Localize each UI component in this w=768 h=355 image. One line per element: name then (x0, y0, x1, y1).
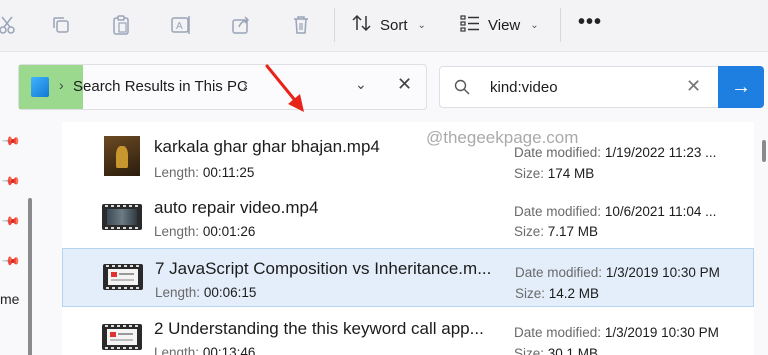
breadcrumb-search-results[interactable]: Search Results in This PC (73, 78, 248, 95)
file-row[interactable]: 2 Understanding the this keyword call ap… (62, 309, 754, 355)
toolbar-separator (560, 8, 561, 42)
sort-label: Sort (380, 16, 408, 34)
more-options-button[interactable]: ••• (578, 12, 602, 32)
this-pc-icon (31, 77, 49, 97)
file-name[interactable]: auto repair video.mp4 (154, 198, 318, 218)
watermark: @thegeekpage.com (426, 128, 579, 147)
navigation-pane: 📌 📌 📌 📌 me (0, 120, 45, 355)
search-input[interactable]: kind:video (490, 79, 558, 96)
file-size: Size: 14.2 MB (515, 286, 600, 301)
view-button[interactable]: View ⌄ (460, 10, 539, 40)
file-row-selected[interactable]: 7 JavaScript Composition vs Inheritance.… (62, 248, 754, 307)
content-scrollbar[interactable] (762, 140, 766, 162)
video-thumbnail (103, 264, 143, 290)
cut-icon[interactable] (0, 12, 20, 38)
file-size: Size: 174 MB (514, 166, 595, 181)
pin-icon[interactable]: 📌 (1, 171, 21, 191)
video-thumbnail (102, 204, 142, 230)
breadcrumb-chevron-icon[interactable]: › (243, 77, 248, 93)
pin-icon[interactable]: 📌 (1, 131, 21, 151)
command-bar: A Sort ⌄ View ⌄ ••• (0, 0, 768, 52)
close-search-icon[interactable]: ✕ (397, 74, 412, 95)
search-icon (454, 79, 470, 100)
clear-search-icon[interactable]: ✕ (686, 76, 701, 97)
address-bar[interactable]: › Search Results in This PC › ⌄ ✕ (18, 64, 427, 110)
file-row[interactable]: karkala ghar ghar bhajan.mp4 Length: 00:… (62, 126, 754, 185)
file-name[interactable]: 2 Understanding the this keyword call ap… (154, 319, 484, 339)
arrow-right-icon: → (731, 75, 751, 98)
video-thumbnail (102, 324, 142, 350)
address-history-dropdown-icon[interactable]: ⌄ (355, 76, 367, 93)
breadcrumb-chevron-icon[interactable]: › (59, 77, 64, 93)
file-length: Length: 00:13:46 (154, 345, 256, 355)
file-length: Length: 00:01:26 (154, 224, 256, 239)
file-length: Length: 00:06:15 (155, 285, 257, 300)
file-date-modified: Date modified: 1/3/2019 10:30 PM (514, 325, 719, 340)
copy-icon[interactable] (48, 12, 74, 38)
sort-button[interactable]: Sort ⌄ (352, 10, 426, 40)
search-box[interactable]: kind:video ✕ (439, 66, 719, 108)
view-list-icon (460, 14, 480, 36)
delete-icon[interactable] (288, 12, 314, 38)
nav-scrollbar[interactable] (28, 198, 32, 355)
chevron-down-icon: ⌄ (417, 19, 426, 31)
file-date-modified: Date modified: 1/3/2019 10:30 PM (515, 265, 720, 280)
sort-icon (352, 14, 372, 36)
file-size: Size: 7.17 MB (514, 224, 599, 239)
file-row[interactable]: auto repair video.mp4 Length: 00:01:26 D… (62, 186, 754, 245)
file-length: Length: 00:11:25 (154, 165, 255, 180)
file-name[interactable]: 7 JavaScript Composition vs Inheritance.… (155, 259, 491, 279)
file-size: Size: 30.1 MB (514, 346, 599, 355)
file-name[interactable]: karkala ghar ghar bhajan.mp4 (154, 137, 380, 157)
toolbar-separator (334, 8, 335, 42)
file-list: karkala ghar ghar bhajan.mp4 Length: 00:… (62, 122, 754, 355)
share-icon[interactable] (228, 12, 254, 38)
view-label: View (488, 16, 521, 34)
paste-icon[interactable] (108, 12, 134, 38)
search-go-button[interactable]: → (718, 66, 764, 108)
svg-text:A: A (176, 21, 183, 32)
nav-item-label[interactable]: me (0, 291, 19, 307)
file-date-modified: Date modified: 10/6/2021 11:04 ... (514, 204, 717, 219)
annotation-arrow-icon (265, 64, 304, 112)
pin-icon[interactable]: 📌 (1, 211, 21, 231)
chevron-down-icon: ⌄ (530, 19, 539, 31)
rename-icon[interactable]: A (168, 12, 194, 38)
video-thumbnail (104, 136, 140, 176)
pin-icon[interactable]: 📌 (1, 251, 21, 271)
